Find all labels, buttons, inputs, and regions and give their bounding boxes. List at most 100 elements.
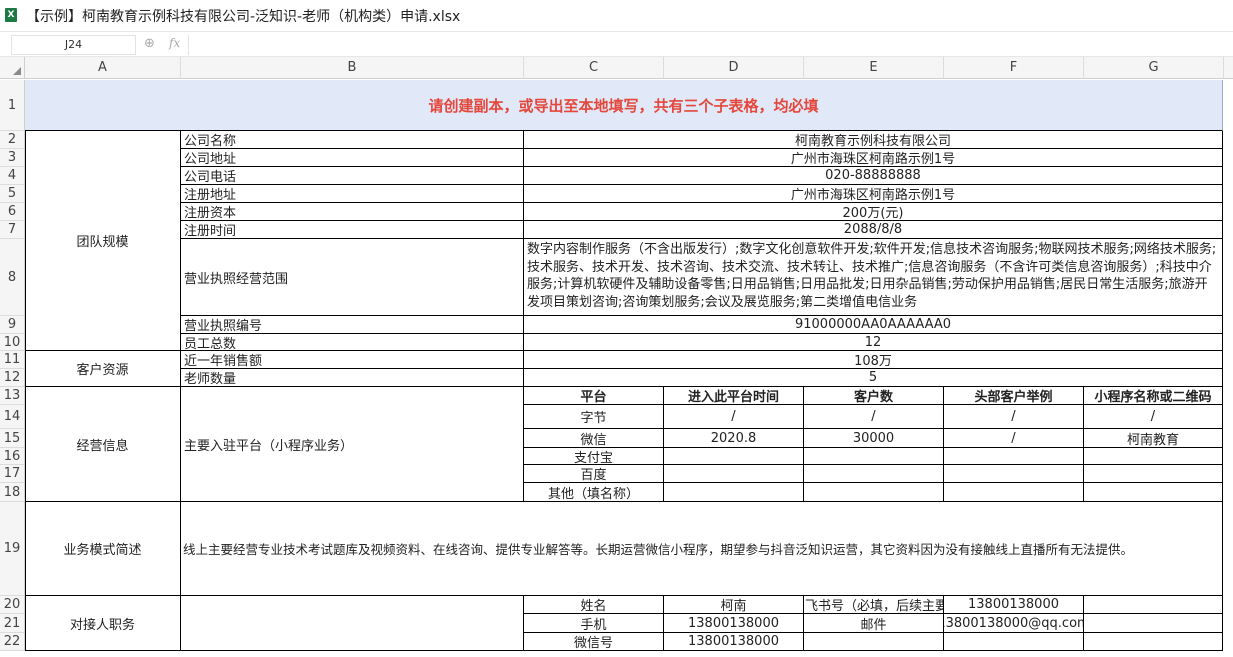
contact-wechat-label[interactable]: 微信号 — [524, 633, 664, 651]
row-header[interactable]: 14 — [0, 405, 25, 429]
teacher-count-label[interactable]: 老师数量 — [181, 369, 524, 387]
platform-header[interactable]: 平台 — [524, 387, 664, 405]
contact-name-value[interactable]: 柯南 — [664, 596, 804, 614]
row-header[interactable]: 7 — [0, 221, 25, 239]
row-header[interactable]: 18 — [0, 483, 25, 502]
platform-cell[interactable]: 2020.8 — [664, 429, 804, 448]
row-header[interactable]: 3 — [0, 149, 25, 167]
company-phone-label[interactable]: 公司电话 — [181, 167, 524, 185]
platform-cell[interactable]: 其他（填名称） — [524, 483, 664, 502]
column-header-b[interactable]: B — [181, 57, 524, 79]
registered-address-value[interactable]: 广州市海珠区柯南路示例1号 — [524, 185, 1223, 203]
platform-cell[interactable]: 百度 — [524, 465, 664, 483]
platform-cell[interactable]: 柯南教育 — [1084, 429, 1223, 448]
company-name-label[interactable]: 公司名称 — [181, 131, 524, 149]
row-header[interactable]: 15 — [0, 429, 25, 448]
row-header[interactable]: 22 — [0, 633, 25, 651]
platform-cell[interactable]: / — [944, 405, 1084, 429]
contact-blank-cell[interactable] — [944, 633, 1084, 651]
contact-phone-value[interactable]: 13800138000 — [664, 614, 804, 633]
platform-cell[interactable] — [1084, 448, 1223, 465]
platform-cell[interactable]: 微信 — [524, 429, 664, 448]
registered-date-value[interactable]: 2088/8/8 — [524, 221, 1223, 239]
registered-capital-value[interactable]: 200万(元) — [524, 203, 1223, 221]
section-customers[interactable]: 客户资源 — [25, 351, 181, 387]
row-header[interactable]: 5 — [0, 185, 25, 203]
company-address-label[interactable]: 公司地址 — [181, 149, 524, 167]
formula-input[interactable] — [188, 35, 1228, 55]
row-header[interactable]: 8 — [0, 239, 25, 316]
row-header[interactable]: 12 — [0, 369, 25, 387]
row-header[interactable]: 19 — [0, 502, 25, 596]
platform-cell[interactable]: / — [664, 405, 804, 429]
platform-cell[interactable]: 支付宝 — [524, 448, 664, 465]
company-address-value[interactable]: 广州市海珠区柯南路示例1号 — [524, 149, 1223, 167]
license-number-value[interactable]: 91000000AA0AAAAAA0 — [524, 316, 1223, 334]
column-header-e[interactable]: E — [804, 57, 944, 79]
contact-feishu-value[interactable]: 13800138000 — [944, 596, 1084, 614]
column-header-c[interactable]: C — [524, 57, 664, 79]
spreadsheet-grid[interactable]: A B C D E F G 1 2 3 4 5 6 7 8 9 10 11 12… — [0, 57, 1233, 657]
contact-name-label[interactable]: 姓名 — [524, 596, 664, 614]
contact-wechat-value[interactable]: 13800138000 — [664, 633, 804, 651]
contact-email-value[interactable]: 13800138000@qq.com — [944, 614, 1084, 633]
column-header-h[interactable] — [1224, 57, 1233, 79]
business-model-description[interactable]: 线上主要经营专业技术考试题库及视频资料、在线咨询、提供专业解答等。长期运营微信小… — [181, 502, 1223, 596]
company-phone-value[interactable]: 020-88888888 — [524, 167, 1223, 185]
registered-date-label[interactable]: 注册时间 — [181, 221, 524, 239]
column-header-a[interactable]: A — [25, 57, 181, 79]
platform-cell[interactable] — [664, 465, 804, 483]
select-all-corner[interactable] — [0, 57, 25, 79]
contact-blank-cell[interactable] — [1084, 633, 1223, 651]
platform-cell[interactable] — [1084, 465, 1223, 483]
magnifier-icon[interactable]: ⊕ — [144, 36, 160, 52]
section-team-size[interactable]: 团队规模 — [25, 131, 181, 351]
row-header[interactable]: 10 — [0, 334, 25, 351]
platform-cell[interactable] — [664, 448, 804, 465]
platform-cell[interactable]: / — [1084, 405, 1223, 429]
registered-address-label[interactable]: 注册地址 — [181, 185, 524, 203]
contact-blank-cell[interactable] — [181, 596, 524, 651]
platform-header[interactable]: 头部客户举例 — [944, 387, 1084, 405]
column-header-d[interactable]: D — [664, 57, 804, 79]
contact-email-label[interactable]: 邮件 — [804, 614, 944, 633]
company-name-value[interactable]: 柯南教育示例科技有限公司 — [524, 131, 1223, 149]
row-header[interactable]: 13 — [0, 387, 25, 405]
platform-header[interactable]: 进入此平台时间 — [664, 387, 804, 405]
platform-cell[interactable] — [944, 448, 1084, 465]
platform-cell[interactable] — [1084, 483, 1223, 502]
platform-label[interactable]: 主要入驻平台（小程序业务） — [181, 387, 524, 502]
license-number-label[interactable]: 营业执照编号 — [181, 316, 524, 334]
name-box[interactable]: J24 — [11, 35, 136, 55]
staff-count-label[interactable]: 员工总数 — [181, 334, 524, 351]
row-header[interactable]: 2 — [0, 131, 25, 149]
annual-sales-value[interactable]: 108万 — [524, 351, 1223, 369]
platform-cell[interactable] — [664, 483, 804, 502]
platform-cell[interactable] — [804, 483, 944, 502]
column-header-f[interactable]: F — [944, 57, 1084, 79]
teacher-count-value[interactable]: 5 — [524, 369, 1223, 387]
staff-count-value[interactable]: 12 — [524, 334, 1223, 351]
platform-cell[interactable]: / — [944, 429, 1084, 448]
contact-blank-cell[interactable] — [1084, 596, 1223, 614]
column-header-g[interactable]: G — [1084, 57, 1224, 79]
fx-icon[interactable]: fx — [169, 36, 180, 50]
platform-cell[interactable]: 30000 — [804, 429, 944, 448]
platform-cell[interactable] — [804, 465, 944, 483]
section-business-model[interactable]: 业务模式简述 — [25, 502, 181, 596]
row-header[interactable]: 4 — [0, 167, 25, 185]
annual-sales-label[interactable]: 近一年销售额 — [181, 351, 524, 369]
platform-header[interactable]: 小程序名称或二维码 — [1084, 387, 1223, 405]
row-header[interactable]: 6 — [0, 203, 25, 221]
contact-blank-cell[interactable] — [1084, 614, 1223, 633]
row-header[interactable]: 21 — [0, 614, 25, 633]
row-header[interactable]: 17 — [0, 465, 25, 483]
row-header[interactable]: 1 — [0, 80, 25, 131]
business-scope-label[interactable]: 营业执照经营范围 — [181, 239, 524, 316]
row-header[interactable]: 11 — [0, 351, 25, 369]
platform-cell[interactable]: 字节 — [524, 405, 664, 429]
business-scope-value[interactable]: 数字内容制作服务（不含出版发行）;数字文化创意软件开发;软件开发;信息技术咨询服… — [524, 239, 1223, 316]
contact-blank-cell[interactable] — [804, 633, 944, 651]
section-contact[interactable]: 对接人职务 — [25, 596, 181, 651]
platform-cell[interactable]: / — [804, 405, 944, 429]
